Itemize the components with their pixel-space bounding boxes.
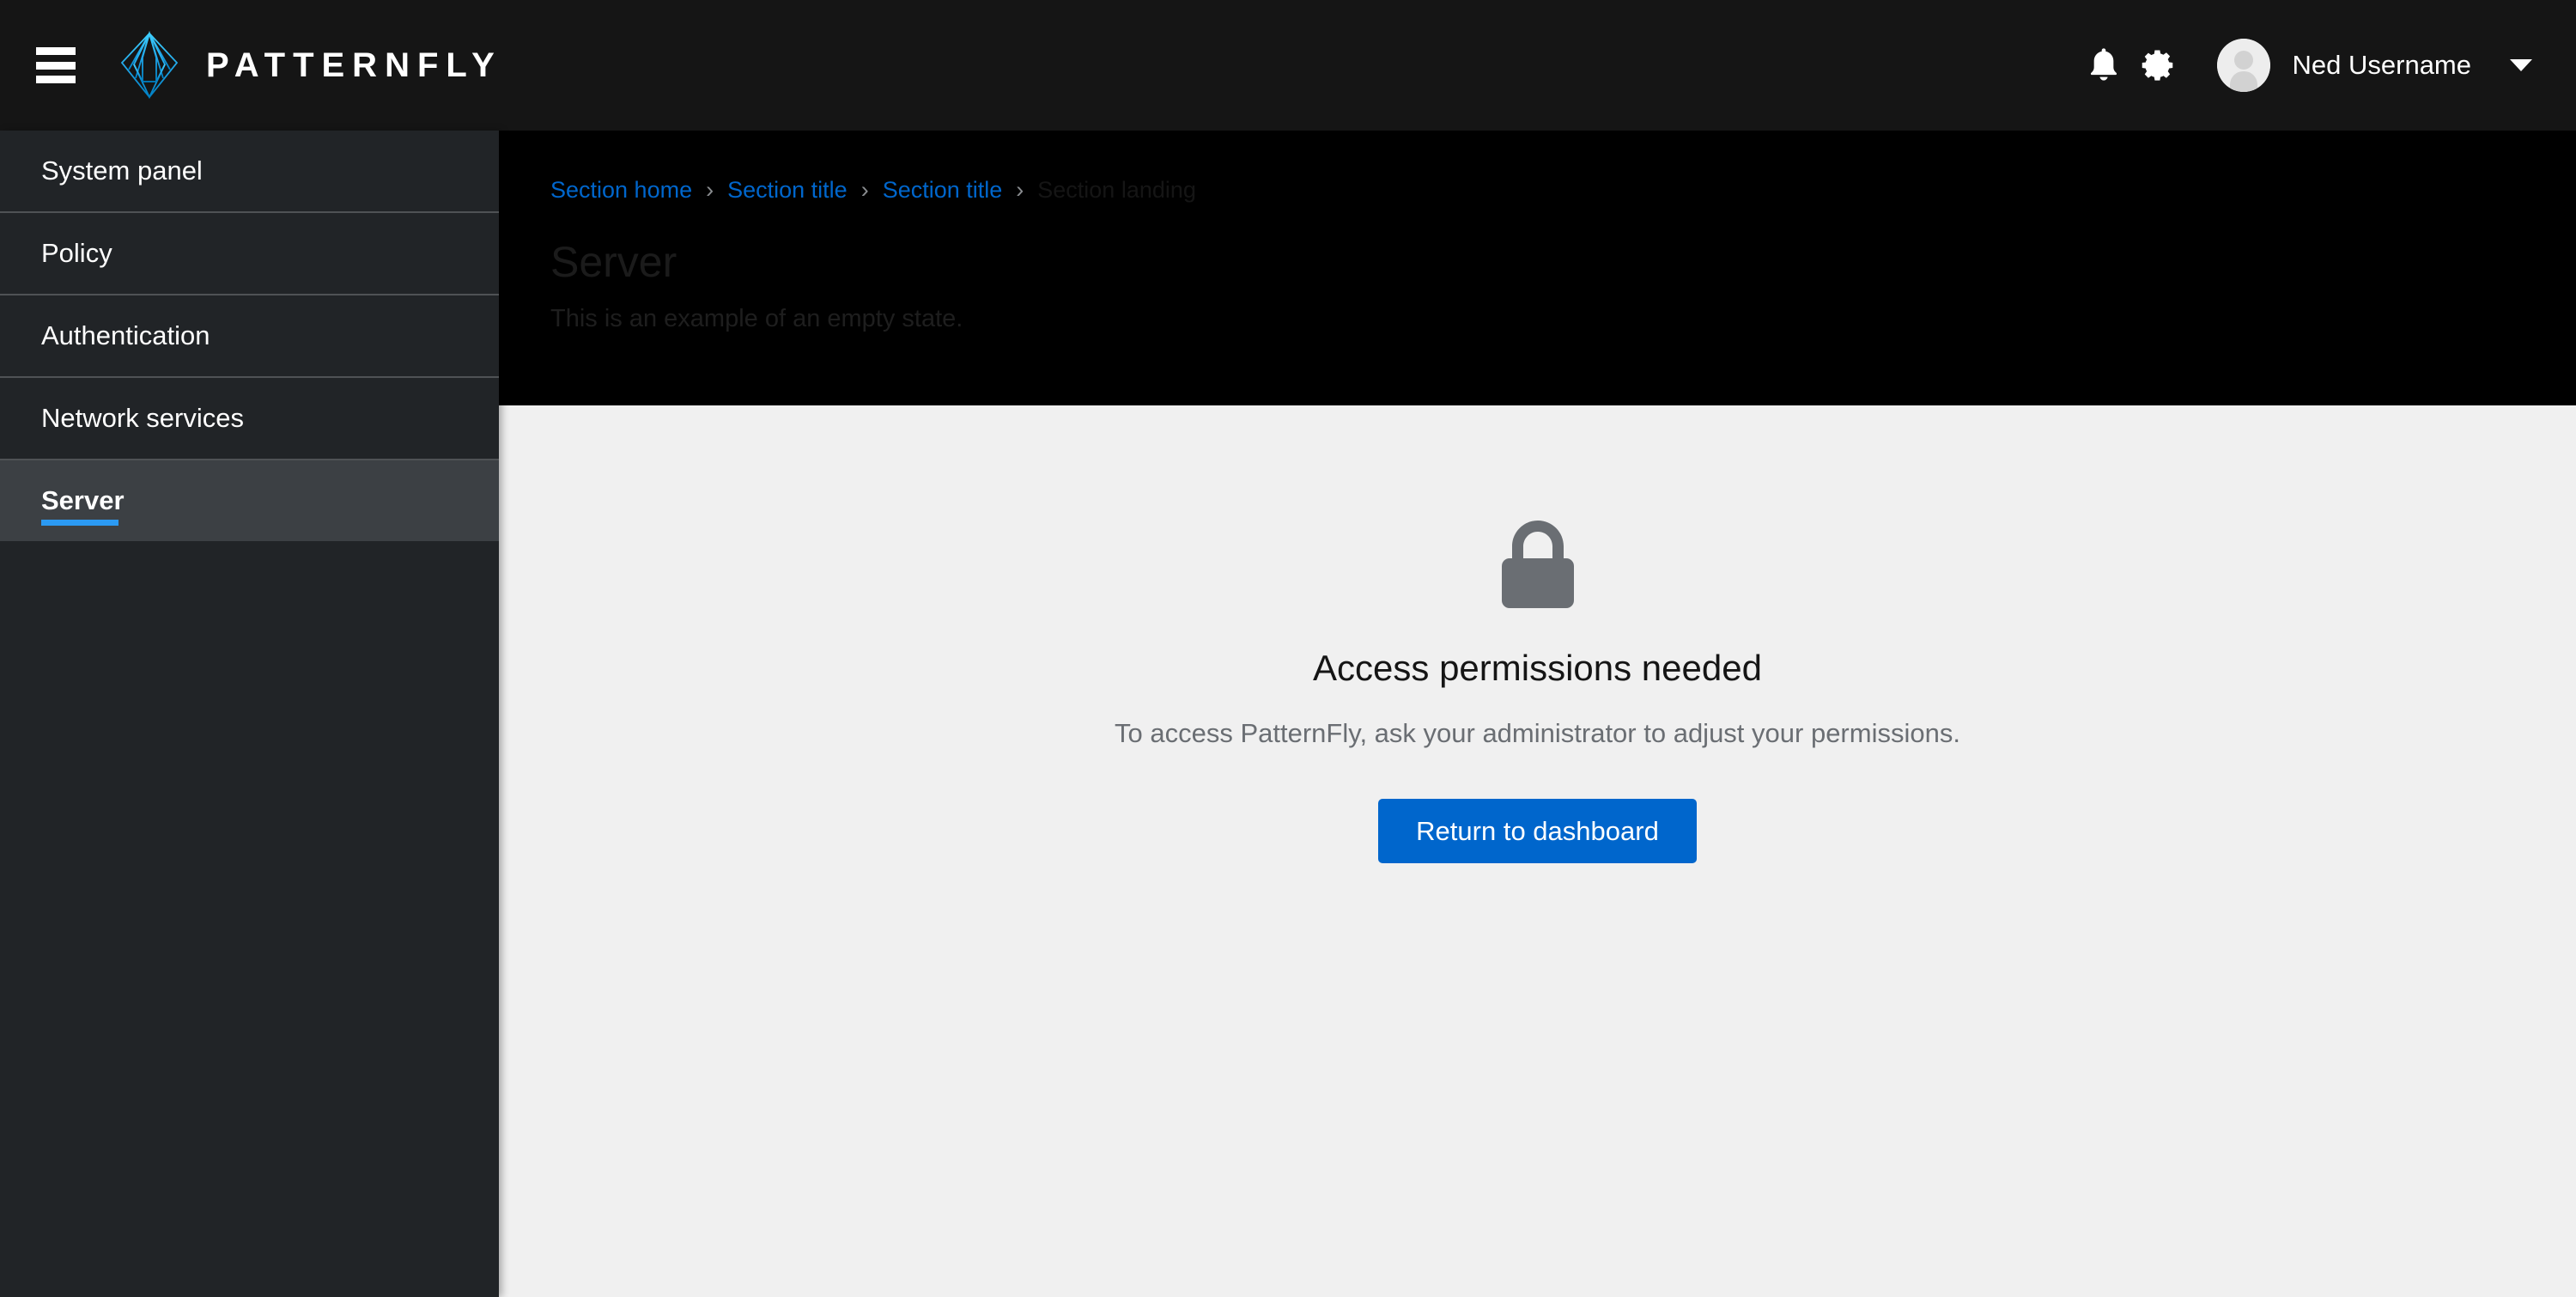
breadcrumb: Section home › Section title › Section t… bbox=[550, 175, 2524, 204]
masthead-toolbar: Ned Username bbox=[2076, 0, 2576, 131]
chevron-right-icon: › bbox=[1016, 176, 1024, 203]
app-root: PATTERNFLY Ned Username System panel Pol… bbox=[0, 0, 2576, 1297]
breadcrumb-item-current: Section landing bbox=[1037, 176, 1196, 203]
brand[interactable]: PATTERNFLY bbox=[118, 30, 502, 100]
sidebar-item-label: Policy bbox=[41, 238, 112, 268]
hamburger-bar bbox=[36, 61, 76, 70]
chevron-right-icon: › bbox=[706, 176, 714, 203]
sidebar-item-label: Network services bbox=[41, 403, 244, 433]
chevron-right-icon: › bbox=[860, 176, 869, 203]
hamburger-bar bbox=[36, 47, 76, 55]
sidebar-item-label: Server bbox=[41, 485, 125, 515]
breadcrumb-item-section-home[interactable]: Section home bbox=[550, 177, 692, 204]
brand-name: PATTERNFLY bbox=[206, 46, 502, 84]
user-name: Ned Username bbox=[2292, 50, 2471, 80]
caret-down-icon bbox=[2510, 59, 2532, 71]
sidebar-item-authentication[interactable]: Authentication bbox=[0, 295, 499, 378]
sidebar-item-network-services[interactable]: Network services bbox=[0, 378, 499, 460]
hamburger-bar bbox=[36, 76, 76, 83]
return-to-dashboard-button[interactable]: Return to dashboard bbox=[1378, 799, 1697, 863]
bell-icon bbox=[2090, 48, 2117, 81]
patternfly-logo-icon bbox=[120, 30, 179, 100]
breadcrumb-item-section-title-1[interactable]: Section title bbox=[727, 177, 848, 204]
empty-state: Access permissions needed To access Patt… bbox=[499, 405, 2576, 1297]
main-content: Section home › Section title › Section t… bbox=[499, 131, 2576, 1297]
sidebar-item-server[interactable]: Server bbox=[0, 460, 499, 543]
sidebar-item-system-panel[interactable]: System panel bbox=[0, 131, 499, 213]
settings-button[interactable] bbox=[2131, 38, 2186, 93]
gear-icon bbox=[2142, 50, 2172, 81]
lock-icon bbox=[1501, 521, 1574, 608]
breadcrumb-item-section-title-2[interactable]: Section title bbox=[883, 177, 1003, 204]
user-avatar-icon bbox=[2216, 39, 2270, 92]
page-description: This is an example of an empty state. bbox=[550, 305, 963, 332]
sidebar-nav: System panel Policy Authentication Netwo… bbox=[0, 131, 499, 1297]
page-header: Section home › Section title › Section t… bbox=[499, 131, 2576, 405]
global-nav-toggle-icon[interactable] bbox=[36, 47, 76, 83]
empty-state-title: Access permissions needed bbox=[1313, 648, 1762, 688]
sidebar-item-label: System panel bbox=[41, 155, 203, 186]
sidebar-item-policy[interactable]: Policy bbox=[0, 213, 499, 295]
empty-state-body: To access PatternFly, ask your administr… bbox=[1115, 718, 1960, 748]
user-menu-toggle[interactable] bbox=[2495, 40, 2547, 91]
masthead: PATTERNFLY Ned Username bbox=[0, 0, 2576, 131]
active-indicator-bar bbox=[41, 520, 118, 526]
page-title: Server bbox=[550, 238, 677, 286]
notifications-button[interactable] bbox=[2076, 38, 2131, 93]
sidebar-item-label: Authentication bbox=[41, 320, 210, 350]
avatar[interactable] bbox=[2216, 39, 2270, 92]
